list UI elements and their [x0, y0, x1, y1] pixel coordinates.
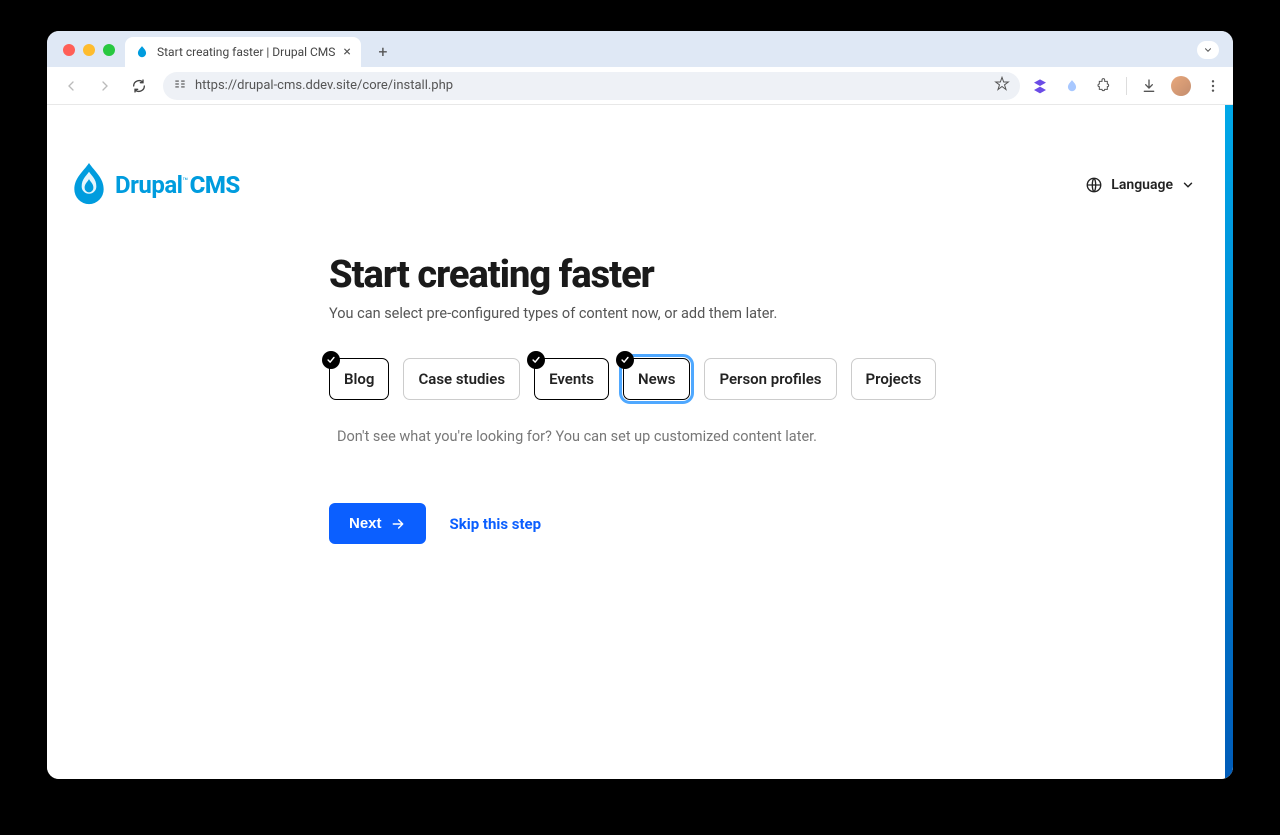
menu-kebab-icon[interactable] — [1203, 76, 1223, 96]
page-content: Drupal™CMS Language Start creating faste… — [47, 105, 1233, 779]
chip-label: News — [638, 370, 675, 388]
language-label: Language — [1111, 177, 1173, 193]
toolbar-separator — [1126, 77, 1127, 95]
content-type-options: Blog Case studies Events News Person profile… — [329, 358, 1089, 400]
language-selector[interactable]: Language — [1085, 176, 1209, 194]
address-bar[interactable]: https://drupal-cms.ddev.site/core/instal… — [163, 72, 1020, 100]
toolbar-icons — [1030, 76, 1223, 96]
forward-button[interactable] — [91, 72, 119, 100]
help-text: Don't see what you're looking for? You c… — [337, 428, 1089, 445]
drupal-cms-logo: Drupal™CMS — [71, 163, 240, 207]
minimize-window-button[interactable] — [83, 44, 95, 56]
bookmark-star-icon[interactable] — [994, 76, 1010, 96]
globe-icon — [1085, 176, 1103, 194]
content-type-chip[interactable]: Person profiles — [704, 358, 836, 400]
browser-tab[interactable]: Start creating faster | Drupal CMS × — [125, 37, 361, 67]
content-type-chip[interactable]: Events — [534, 358, 609, 400]
back-button[interactable] — [57, 72, 85, 100]
content-type-chip[interactable]: Blog — [329, 358, 389, 400]
tab-strip: Start creating faster | Drupal CMS × + — [47, 31, 1233, 67]
close-tab-icon[interactable]: × — [343, 45, 350, 59]
extension-icon[interactable] — [1030, 76, 1050, 96]
checkmark-icon — [322, 351, 340, 369]
content-type-chip[interactable]: Case studies — [403, 358, 520, 400]
close-window-button[interactable] — [63, 44, 75, 56]
next-button[interactable]: Next — [329, 503, 426, 544]
chevron-down-icon — [1181, 178, 1195, 192]
chip-label: Projects — [866, 370, 922, 388]
decorative-side-bar — [1225, 105, 1233, 779]
toolbar: https://drupal-cms.ddev.site/core/instal… — [47, 67, 1233, 105]
drupal-drop-icon — [71, 163, 107, 207]
content-type-chip[interactable]: News — [623, 358, 690, 400]
content-type-chip[interactable]: Projects — [851, 358, 937, 400]
chip-label: Person profiles — [719, 370, 821, 388]
next-button-label: Next — [349, 515, 382, 532]
chip-label: Events — [549, 370, 594, 388]
tab-overflow-button[interactable] — [1197, 41, 1219, 59]
checkmark-icon — [616, 351, 634, 369]
extensions-puzzle-icon[interactable] — [1094, 76, 1114, 96]
page-header: Drupal™CMS Language — [67, 163, 1213, 207]
page-subtitle: You can select pre-configured types of c… — [329, 305, 1089, 322]
chip-label: Case studies — [418, 370, 505, 388]
new-tab-button[interactable]: + — [371, 39, 395, 63]
chip-label: Blog — [344, 370, 374, 388]
actions-row: Next Skip this step — [329, 503, 1089, 544]
maximize-window-button[interactable] — [103, 44, 115, 56]
reload-button[interactable] — [125, 72, 153, 100]
window-controls — [63, 44, 115, 56]
downloads-icon[interactable] — [1139, 76, 1159, 96]
main-content: Start creating faster You can select pre… — [329, 253, 1089, 544]
arrow-right-icon — [390, 516, 406, 532]
drupal-favicon-icon — [135, 45, 149, 59]
checkmark-icon — [527, 351, 545, 369]
extension-icon-2[interactable] — [1062, 76, 1082, 96]
site-settings-icon[interactable] — [173, 77, 187, 95]
browser-window: Start creating faster | Drupal CMS × + h… — [47, 31, 1233, 779]
url-text: https://drupal-cms.ddev.site/core/instal… — [195, 78, 986, 93]
page-title: Start creating faster — [329, 253, 1089, 297]
logo-wordmark: Drupal™CMS — [115, 171, 240, 199]
skip-step-link[interactable]: Skip this step — [450, 515, 542, 533]
profile-avatar[interactable] — [1171, 76, 1191, 96]
tab-title: Start creating faster | Drupal CMS — [157, 45, 335, 59]
